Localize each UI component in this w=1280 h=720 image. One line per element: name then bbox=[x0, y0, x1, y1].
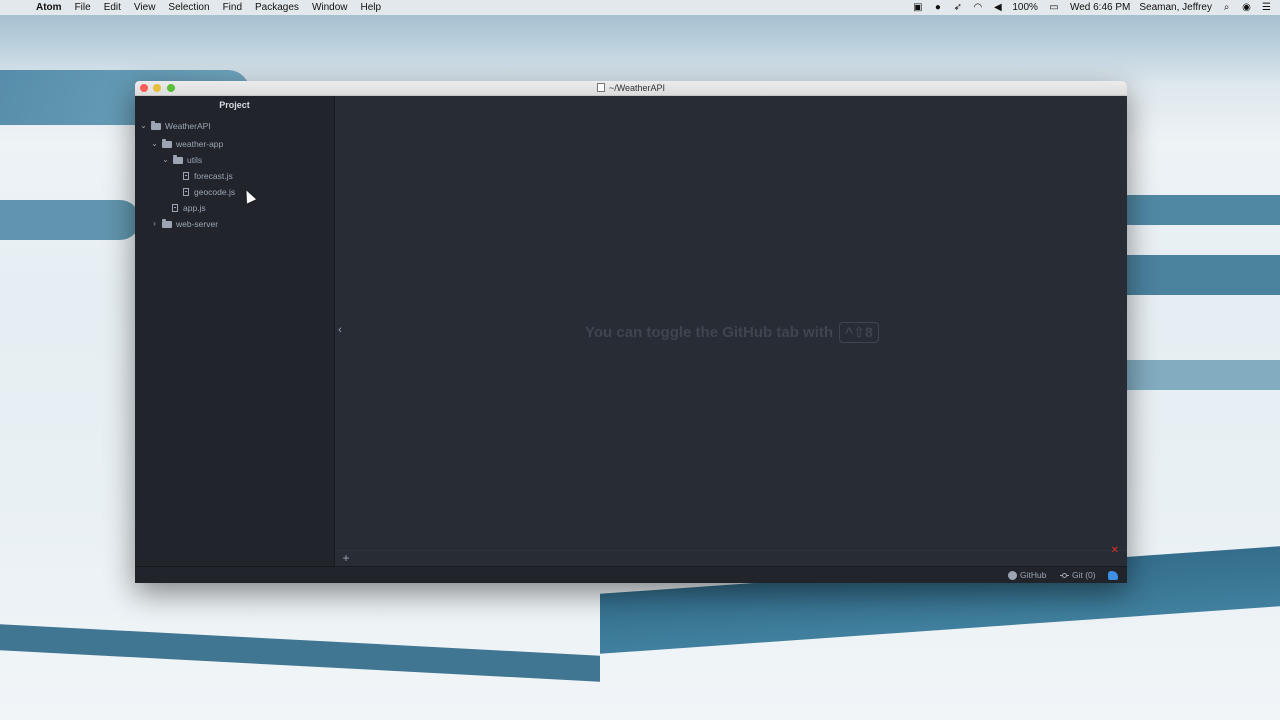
menu-file[interactable]: File bbox=[75, 2, 91, 13]
title-bar[interactable]: ~/WeatherAPI bbox=[135, 81, 1127, 96]
tree-item-app[interactable]: app.js bbox=[170, 201, 206, 215]
screen-record-icon[interactable]: ▣ bbox=[912, 2, 923, 13]
window-title: ~/WeatherAPI bbox=[608, 83, 666, 93]
siri-icon[interactable]: ◉ bbox=[1241, 2, 1252, 13]
git-commit-icon bbox=[1060, 571, 1069, 580]
battery-percent: 100% bbox=[1012, 2, 1038, 13]
tree-item-label: weather-app bbox=[176, 139, 224, 149]
menu-app-atom[interactable]: Atom bbox=[36, 2, 62, 13]
folder-icon bbox=[151, 120, 161, 130]
tree-item-label: forecast.js bbox=[194, 171, 233, 181]
menu-edit[interactable]: Edit bbox=[104, 2, 121, 13]
squirrel-icon bbox=[1108, 571, 1118, 580]
menu-user[interactable]: Seaman, Jeffrey bbox=[1139, 2, 1212, 13]
menu-bar-extras: ▣ ● ➶ ◠ ◀ 100% ▭ Wed 6:46 PM Seaman, Jef… bbox=[912, 0, 1272, 15]
status-bar: GitHub Git (0) bbox=[135, 566, 1127, 583]
file-text-icon bbox=[183, 188, 189, 196]
document-icon bbox=[596, 83, 605, 92]
chevron-down-icon[interactable]: ⌄ bbox=[161, 153, 170, 167]
tree-item-label: WeatherAPI bbox=[165, 121, 211, 131]
tree-item-utils[interactable]: ⌄ utils bbox=[161, 153, 202, 167]
github-label: GitHub bbox=[1020, 570, 1047, 580]
window-minimize-button[interactable] bbox=[153, 84, 161, 92]
folder-icon bbox=[162, 218, 172, 228]
window-zoom-button[interactable] bbox=[167, 84, 175, 92]
menu-find[interactable]: Find bbox=[223, 2, 242, 13]
window-close-button[interactable] bbox=[140, 84, 148, 92]
chevron-down-icon[interactable]: ⌄ bbox=[139, 119, 148, 133]
search-icon[interactable]: ⌕ bbox=[1221, 2, 1232, 13]
chevron-left-icon[interactable]: ‹ bbox=[335, 322, 345, 338]
editor-pane[interactable]: ‹ You can toggle the GitHub tab with ^⇧8 bbox=[335, 96, 1127, 550]
tree-item-geocode[interactable]: geocode.js bbox=[181, 185, 235, 199]
add-button[interactable]: + bbox=[341, 551, 351, 565]
chevron-down-icon[interactable]: ⌄ bbox=[150, 137, 159, 151]
menu-bar: Atom File Edit View Selection Find Packa… bbox=[0, 0, 1280, 15]
folder-icon bbox=[173, 154, 183, 164]
tree-view-title: Project bbox=[219, 100, 250, 110]
github-status-button[interactable]: GitHub bbox=[1008, 567, 1046, 583]
hint-text: You can toggle the GitHub tab with bbox=[585, 324, 834, 341]
menu-view[interactable]: View bbox=[134, 2, 156, 13]
keyboard-shortcut: ^⇧8 bbox=[839, 322, 879, 343]
file-text-icon bbox=[172, 204, 178, 212]
menu-clock[interactable]: Wed 6:46 PM bbox=[1070, 2, 1130, 13]
menu-help[interactable]: Help bbox=[361, 2, 382, 13]
menu-window[interactable]: Window bbox=[312, 2, 348, 13]
battery-icon[interactable]: ▭ bbox=[1047, 2, 1061, 13]
menu-selection[interactable]: Selection bbox=[168, 2, 209, 13]
tree-item-label: web-server bbox=[176, 219, 219, 229]
chevron-right-icon[interactable]: › bbox=[150, 217, 159, 231]
wifi-icon[interactable]: ◠ bbox=[972, 2, 983, 13]
bottom-dock-bar: + ✕ bbox=[335, 545, 1127, 567]
tree-item-forecast[interactable]: forecast.js bbox=[181, 169, 233, 183]
tree-item-label: app.js bbox=[183, 203, 206, 213]
tree-item-web-server[interactable]: › web-server bbox=[150, 217, 218, 231]
tree-item-label: utils bbox=[187, 155, 203, 165]
tree-item-weather-app[interactable]: ⌄ weather-app bbox=[150, 137, 223, 151]
update-status-button[interactable] bbox=[1108, 567, 1118, 583]
menu-packages[interactable]: Packages bbox=[255, 2, 299, 13]
tree-view-panel: Project ⌄ WeatherAPI ⌄ weather-app ⌄ uti… bbox=[135, 96, 335, 566]
github-icon bbox=[1008, 571, 1017, 580]
close-icon[interactable]: ✕ bbox=[1111, 545, 1119, 556]
grammarly-icon[interactable]: ● bbox=[932, 2, 943, 13]
git-label: Git (0) bbox=[1072, 570, 1096, 580]
volume-icon[interactable]: ◀ bbox=[992, 2, 1003, 13]
tree-item-root[interactable]: ⌄ WeatherAPI bbox=[139, 119, 211, 133]
feather-icon[interactable]: ➶ bbox=[952, 2, 963, 13]
notification-center-icon[interactable]: ☰ bbox=[1261, 2, 1272, 13]
tree-item-label: geocode.js bbox=[194, 187, 236, 197]
atom-window: ~/WeatherAPI Project ⌄ WeatherAPI ⌄ weat… bbox=[135, 81, 1127, 583]
folder-icon bbox=[162, 138, 172, 148]
git-status-button[interactable]: Git (0) bbox=[1060, 567, 1096, 583]
file-text-icon bbox=[183, 172, 189, 180]
github-toggle-hint: You can toggle the GitHub tab with ^⇧8 bbox=[585, 322, 879, 343]
